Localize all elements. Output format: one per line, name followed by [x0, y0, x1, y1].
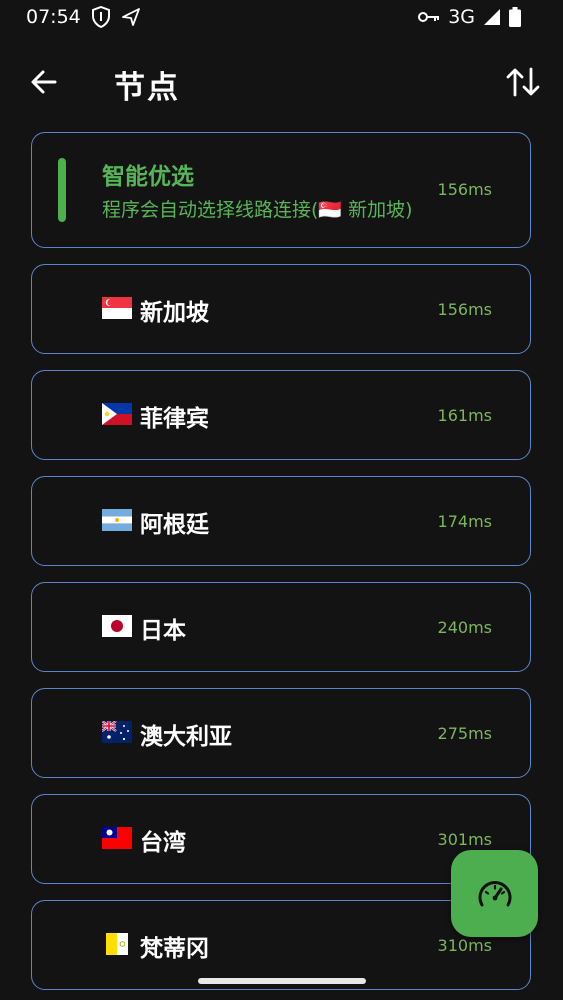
latency-value: 156ms [437, 300, 492, 319]
smart-select-title: 智能优选 [102, 164, 194, 190]
singapore-flag-icon [102, 297, 132, 319]
speed-test-button[interactable] [451, 850, 538, 937]
speedometer-icon [478, 880, 511, 906]
latency-value: 174ms [437, 512, 492, 531]
australia-flag-icon [102, 721, 132, 743]
screen: 07:54 3G 节点 智能优选 程序会自动选择线路连接(🇸🇬 新加坡) 156… [0, 0, 563, 1000]
latency-value: 301ms [437, 830, 492, 849]
back-button[interactable] [22, 60, 66, 104]
philippines-flag-icon [102, 403, 132, 425]
smart-select-subtitle: 程序会自动选择线路连接(🇸🇬 新加坡) [102, 199, 413, 221]
node-item-singapore[interactable]: 新加坡 156ms [31, 264, 531, 354]
taiwan-flag-icon [102, 827, 132, 849]
node-item-japan[interactable]: 日本 240ms [31, 582, 531, 672]
japan-flag-icon [102, 615, 132, 637]
status-left: 07:54 [26, 6, 141, 28]
node-name: 梵蒂冈 [140, 936, 209, 962]
vatican-flag-icon [106, 933, 128, 955]
vpn-key-icon [418, 10, 440, 24]
latency-value: 156ms [437, 180, 492, 199]
latency-value: 275ms [437, 724, 492, 743]
node-name: 台湾 [140, 830, 186, 856]
node-name: 阿根廷 [140, 512, 209, 538]
page-title: 节点 [114, 70, 180, 106]
vpn-shield-icon [91, 6, 111, 28]
node-name: 新加坡 [140, 300, 209, 326]
network-type: 3G [448, 6, 475, 28]
latency-value: 240ms [437, 618, 492, 637]
argentina-flag-icon [102, 509, 132, 531]
battery-icon [509, 7, 521, 27]
selected-indicator [58, 158, 66, 222]
send-icon [121, 7, 141, 27]
app-bar: 节点 [0, 50, 563, 114]
node-name: 菲律宾 [140, 406, 209, 432]
node-name: 澳大利亚 [140, 724, 232, 750]
node-item-philippines[interactable]: 菲律宾 161ms [31, 370, 531, 460]
status-right: 3G [410, 6, 521, 28]
smart-select-card[interactable]: 智能优选 程序会自动选择线路连接(🇸🇬 新加坡) 156ms [31, 132, 531, 248]
sort-button[interactable] [501, 60, 545, 104]
arrow-left-icon [31, 70, 57, 94]
status-time: 07:54 [26, 6, 81, 28]
latency-value: 161ms [437, 406, 492, 425]
status-bar: 07:54 3G [0, 0, 563, 40]
signal-icon [483, 8, 501, 26]
latency-value: 310ms [437, 936, 492, 955]
node-name: 日本 [140, 618, 186, 644]
node-item-argentina[interactable]: 阿根廷 174ms [31, 476, 531, 566]
gesture-navigation-bar[interactable] [198, 978, 366, 984]
node-item-australia[interactable]: 澳大利亚 275ms [31, 688, 531, 778]
sort-arrows-icon [506, 67, 540, 97]
